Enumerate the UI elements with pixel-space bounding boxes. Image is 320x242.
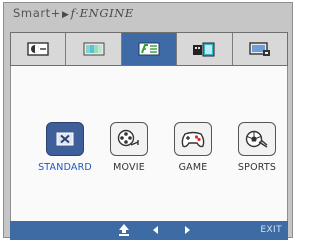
- movie-reel-icon: [110, 122, 148, 156]
- tab-audio[interactable]: [177, 33, 233, 65]
- mode-movie-label: MOVIE: [113, 162, 145, 173]
- title-prefix: Smart+: [13, 6, 62, 20]
- monitor-adjust-icon: [27, 42, 49, 56]
- tab-fengine[interactable]: [121, 33, 178, 65]
- menu-tabs: [10, 32, 288, 66]
- bottom-bar: EXIT: [10, 221, 288, 240]
- right-arrow-icon[interactable]: [182, 223, 192, 237]
- tab-display[interactable]: [11, 33, 67, 65]
- up-arrow-icon[interactable]: [118, 223, 130, 237]
- mode-standard[interactable]: STANDARD: [33, 122, 97, 173]
- fengine-logo: f·ENGINE: [70, 6, 134, 20]
- osd-panel: Smart+▶f·ENGINE STANDARD MOVIE GAME SPOR…: [3, 2, 293, 240]
- tab-color[interactable]: [66, 33, 122, 65]
- speaker-icon: [193, 42, 215, 57]
- mode-game-label: GAME: [178, 162, 208, 173]
- mode-standard-label: STANDARD: [38, 162, 92, 173]
- osd-title: Smart+▶f·ENGINE: [13, 6, 134, 20]
- title-arrow-icon: ▶: [62, 10, 70, 20]
- color-bars-icon: [83, 42, 105, 56]
- setup-monitor-icon: [249, 42, 270, 56]
- exit-button[interactable]: EXIT: [260, 225, 282, 235]
- mode-movie[interactable]: MOVIE: [97, 122, 161, 173]
- soccer-ball-icon: [238, 122, 276, 156]
- content-area: STANDARD MOVIE GAME SPORTS: [10, 66, 288, 221]
- f-engine-icon: [138, 42, 160, 56]
- gamepad-icon: [174, 122, 212, 156]
- mode-sports-label: SPORTS: [237, 162, 277, 173]
- picture-modes: STANDARD MOVIE GAME SPORTS: [33, 122, 289, 173]
- standard-icon: [46, 122, 84, 156]
- tab-setup[interactable]: [232, 33, 288, 65]
- mode-sports[interactable]: SPORTS: [225, 122, 289, 173]
- left-arrow-icon[interactable]: [151, 223, 161, 237]
- mode-game[interactable]: GAME: [161, 122, 225, 173]
